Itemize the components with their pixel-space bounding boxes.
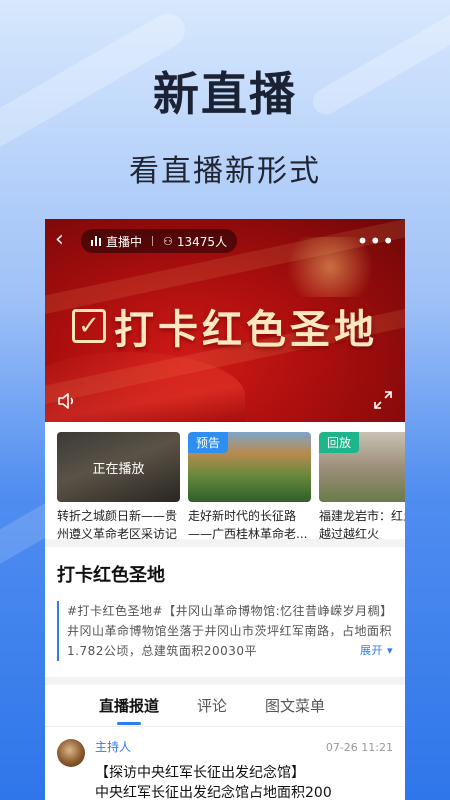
section-divider <box>45 677 405 685</box>
checkbox-icon: ✓ <box>72 309 106 343</box>
preview-tag: 预告 <box>188 432 229 453</box>
playlist-card[interactable]: 预告 走好新时代的长征路——广西桂林革命老... <box>188 432 311 541</box>
viewer-count: 13475人 <box>176 234 228 249</box>
banner-text: 打卡红色圣地 <box>114 306 378 353</box>
tab-comments[interactable]: 评论 <box>197 695 227 716</box>
playlist-card[interactable]: 正在播放 转折之城颜日新——贵州遵义革命老区采访记 <box>57 432 180 541</box>
video-playlist: 正在播放 转折之城颜日新——贵州遵义革命老区采访记 预告 走好新时代的长征路——… <box>45 422 405 547</box>
pill-divider <box>152 236 154 246</box>
section-title: 打卡红色圣地 <box>57 565 165 586</box>
playlist-thumbnail: 正在播放 <box>57 432 180 502</box>
tab-bar: 直播报道 评论 图文菜单 <box>45 685 405 727</box>
more-icon[interactable]: ••• <box>357 231 395 251</box>
post-body: 中央红军长征出发纪念馆占地面积200 <box>95 785 332 800</box>
playlist-card-title: 走好新时代的长征路——广西桂林革命老... <box>188 509 308 541</box>
viewers-icon: ⚇ <box>163 234 173 248</box>
replay-tag: 回放 <box>319 432 360 453</box>
playlist-thumbnail: 回放 <box>319 432 405 502</box>
live-status-label: 直播中 <box>106 234 143 249</box>
video-banner: ✓ 打卡红色圣地 <box>45 297 405 355</box>
section-description: #打卡红色圣地#【井冈山革命博物馆:忆往昔峥嵘岁月稠】井冈山革命博物馆坐落于井冈… <box>57 601 393 661</box>
live-status-pill: 直播中 ⚇ 13475人 <box>81 229 238 253</box>
avatar[interactable] <box>57 739 85 767</box>
expand-label: 展开 <box>359 644 383 657</box>
playlist-card-title: 福建龙岩市：红土日子越过越红火 <box>319 509 405 541</box>
playlist-card-title: 转折之城颜日新——贵州遵义革命老区采访记 <box>57 509 178 541</box>
playlist-thumbnail: 预告 <box>188 432 311 502</box>
volume-icon[interactable] <box>57 392 79 410</box>
now-playing-label: 正在播放 <box>92 461 145 477</box>
tab-live-report[interactable]: 直播报道 <box>99 695 159 725</box>
playlist-card[interactable]: 回放 福建龙岩市：红土日子越过越红火 <box>319 432 405 541</box>
post-time: 07-26 11:21 <box>325 741 393 754</box>
live-post: 主持人 07-26 11:21 【探访中央红军长征出发纪念馆】 中央红军长征出发… <box>45 727 405 800</box>
fullscreen-icon[interactable] <box>373 390 393 410</box>
promo-headline: 新直播 <box>153 67 297 121</box>
live-video-player[interactable]: ‹ 直播中 ⚇ 13475人 ••• ✓ 打卡红色圣地 <box>45 219 405 422</box>
description-text: #打卡红色圣地#【井冈山革命博物馆:忆往昔峥嵘岁月稠】井冈山革命博物馆坐落于井冈… <box>67 604 393 658</box>
tab-photo-menu[interactable]: 图文菜单 <box>265 695 325 716</box>
post-title: 【探访中央红军长征出发纪念馆】 <box>95 765 305 781</box>
live-bars-icon <box>91 236 101 246</box>
player-top-bar: ‹ 直播中 ⚇ 13475人 ••• <box>55 229 395 253</box>
promo-subline: 看直播新形式 <box>129 154 321 189</box>
expand-button[interactable]: 展开 ▾ <box>357 641 393 661</box>
phone-screen: ‹ 直播中 ⚇ 13475人 ••• ✓ 打卡红色圣地 正在播放 转折之城颜日新… <box>45 219 405 800</box>
back-icon[interactable]: ‹ <box>55 229 71 253</box>
